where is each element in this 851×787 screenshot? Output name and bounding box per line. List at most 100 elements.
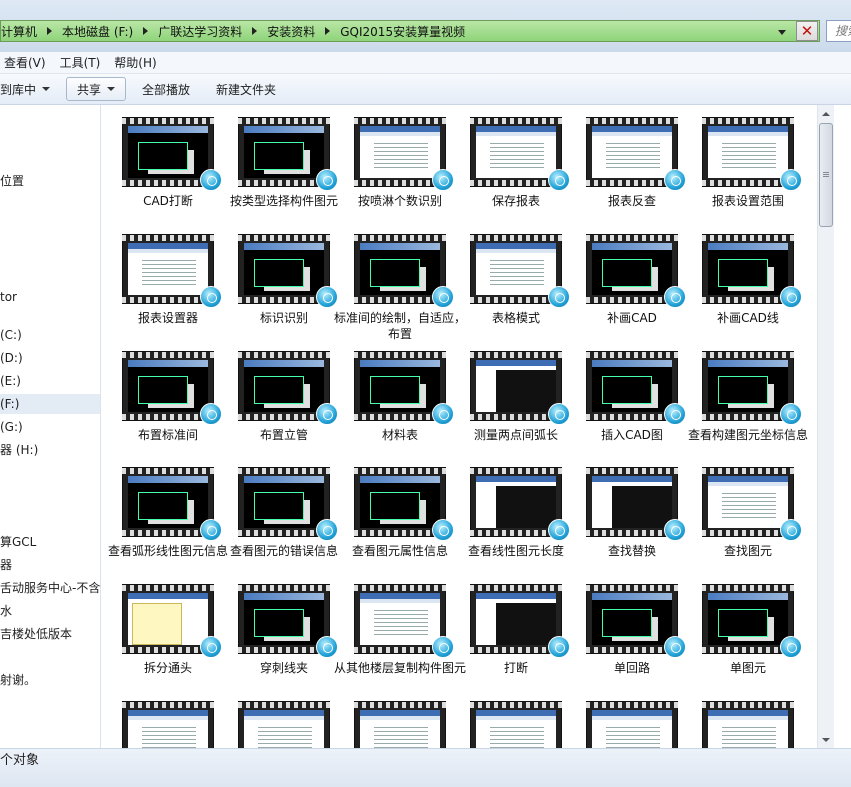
nav-item[interactable]: 吉楼处低版本: [0, 624, 100, 644]
media-player-reel-icon: [548, 169, 570, 191]
media-player-reel-icon: [780, 169, 802, 191]
media-player-reel-icon: [200, 403, 222, 425]
share-button[interactable]: 共享: [66, 77, 127, 101]
file-name: 补画CAD: [607, 311, 657, 325]
film-perforation: [122, 702, 214, 708]
address-clear-close-icon[interactable]: ✕: [796, 21, 818, 41]
media-player-reel-icon: [316, 519, 338, 541]
video-preview: [360, 126, 440, 178]
video-preview: [360, 360, 440, 412]
breadcrumb-item[interactable]: 广联达学习资料: [154, 21, 246, 41]
breadcrumb-separator-arrow-icon[interactable]: [143, 27, 149, 35]
nav-item[interactable]: 水: [0, 601, 100, 621]
video-preview: [592, 476, 672, 528]
video-thumbnail: [122, 351, 222, 425]
scrollbar-thumb[interactable]: [819, 123, 833, 227]
video-thumbnail: [122, 467, 222, 541]
nav-item[interactable]: 器: [0, 555, 100, 575]
video-thumbnail: [586, 117, 686, 191]
video-preview: [708, 476, 788, 528]
nav-item[interactable]: (C:): [0, 325, 100, 345]
breadcrumb-item[interactable]: 本地磁盘 (F:): [58, 21, 137, 41]
address-history-chevron-down-icon[interactable]: [776, 26, 788, 38]
menu-item[interactable]: 帮助(H): [114, 54, 164, 71]
film-perforation: [354, 352, 446, 358]
command-toolbar: 到库中 共享 全部播放 新建文件夹: [0, 74, 851, 105]
film-perforation: [238, 468, 330, 474]
file-name: 标准间的绘制，自适应，布置: [334, 311, 467, 341]
video-thumbnail: [238, 234, 338, 308]
nav-item[interactable]: 器 (H:): [0, 440, 100, 460]
scroll-up-arrow-icon[interactable]: [818, 105, 834, 122]
file-name: 穿刺线夹: [259, 661, 308, 675]
video-preview: [244, 126, 324, 178]
video-thumbnail: [238, 701, 330, 748]
menu-item[interactable]: 工具(T): [60, 54, 109, 71]
nav-item[interactable]: (D:): [0, 348, 100, 368]
nav-item[interactable]: 算GCL: [0, 532, 100, 552]
breadcrumb-item[interactable]: 安装资料: [263, 21, 319, 41]
file-name: 查看图元的错误信息: [229, 544, 338, 558]
nav-item[interactable]: (G:): [0, 417, 100, 437]
file-name: 布置标准间: [137, 428, 198, 442]
file-name: CAD打断: [143, 194, 193, 208]
scroll-down-arrow-icon[interactable]: [818, 731, 834, 748]
video-preview: [244, 710, 324, 748]
file-name: 插入CAD图: [601, 428, 663, 442]
breadcrumb-item[interactable]: GQI2015安装算量视频: [336, 21, 469, 41]
media-player-reel-icon: [780, 519, 802, 541]
breadcrumb-separator-arrow-icon[interactable]: [252, 27, 258, 35]
film-perforation: [470, 118, 562, 124]
video-thumbnail: [702, 351, 802, 425]
vertical-scrollbar[interactable]: [817, 105, 834, 748]
file-name: 补画CAD线: [717, 311, 779, 325]
include-in-library-button[interactable]: 到库中: [0, 77, 60, 101]
video-preview: [128, 476, 208, 528]
new-folder-button[interactable]: 新建文件夹: [206, 77, 286, 101]
video-thumbnail: [470, 234, 570, 308]
video-preview: [476, 593, 556, 645]
breadcrumb-separator-arrow-icon[interactable]: [47, 27, 53, 35]
nav-item[interactable]: tor: [0, 287, 100, 307]
menu-item[interactable]: 查看(V): [0, 54, 54, 71]
search-input[interactable]: 搜索: [826, 20, 851, 42]
media-player-reel-icon: [664, 286, 686, 308]
nav-item[interactable]: (F:): [0, 394, 100, 414]
video-thumbnail: [470, 701, 562, 748]
film-perforation: [238, 352, 330, 358]
film-perforation: [702, 118, 794, 124]
menu-bar: 查看(V) 工具(T) 帮助(H): [0, 52, 851, 74]
file-name: 报表反查: [607, 194, 656, 208]
nav-item[interactable]: 位置: [0, 171, 100, 191]
address-bar[interactable]: 计算机 本地磁盘 (F:) 广联达学习资料 安装资料 GQI2015安装算量视频: [0, 20, 820, 42]
chevron-down-icon: [107, 87, 116, 91]
film-perforation: [470, 235, 562, 241]
media-player-reel-icon: [200, 169, 222, 191]
file-name: 单图元: [729, 661, 766, 675]
breadcrumb-separator-arrow-icon[interactable]: [325, 27, 331, 35]
file-name: 按喷淋个数识别: [357, 194, 442, 208]
breadcrumb-item[interactable]: 计算机: [1, 21, 41, 41]
video-preview: [708, 360, 788, 412]
video-preview: [128, 360, 208, 412]
nav-item[interactable]: 舌动服务中心-不含(: [0, 578, 100, 598]
video-thumbnail: [702, 701, 794, 748]
media-player-reel-icon: [780, 636, 802, 658]
file-name: 报表设置范围: [711, 194, 784, 208]
video-thumbnail: [586, 234, 686, 308]
video-thumbnail: [122, 701, 214, 748]
video-preview: [128, 243, 208, 295]
media-player-reel-icon: [316, 286, 338, 308]
video-preview: [592, 593, 672, 645]
nav-item[interactable]: (E:): [0, 371, 100, 391]
video-preview: [708, 593, 788, 645]
film-perforation: [702, 585, 794, 591]
file-name: 按类型选择构件图元: [229, 194, 338, 208]
film-perforation: [586, 585, 678, 591]
nav-item[interactable]: 射谢。: [0, 670, 100, 690]
file-name: 查看图元属性信息: [351, 544, 448, 558]
video-preview: [244, 360, 324, 412]
file-name: 查看线性图元长度: [467, 544, 564, 558]
include-in-library-label: 到库中: [0, 82, 37, 97]
play-all-button[interactable]: 全部播放: [132, 77, 200, 101]
